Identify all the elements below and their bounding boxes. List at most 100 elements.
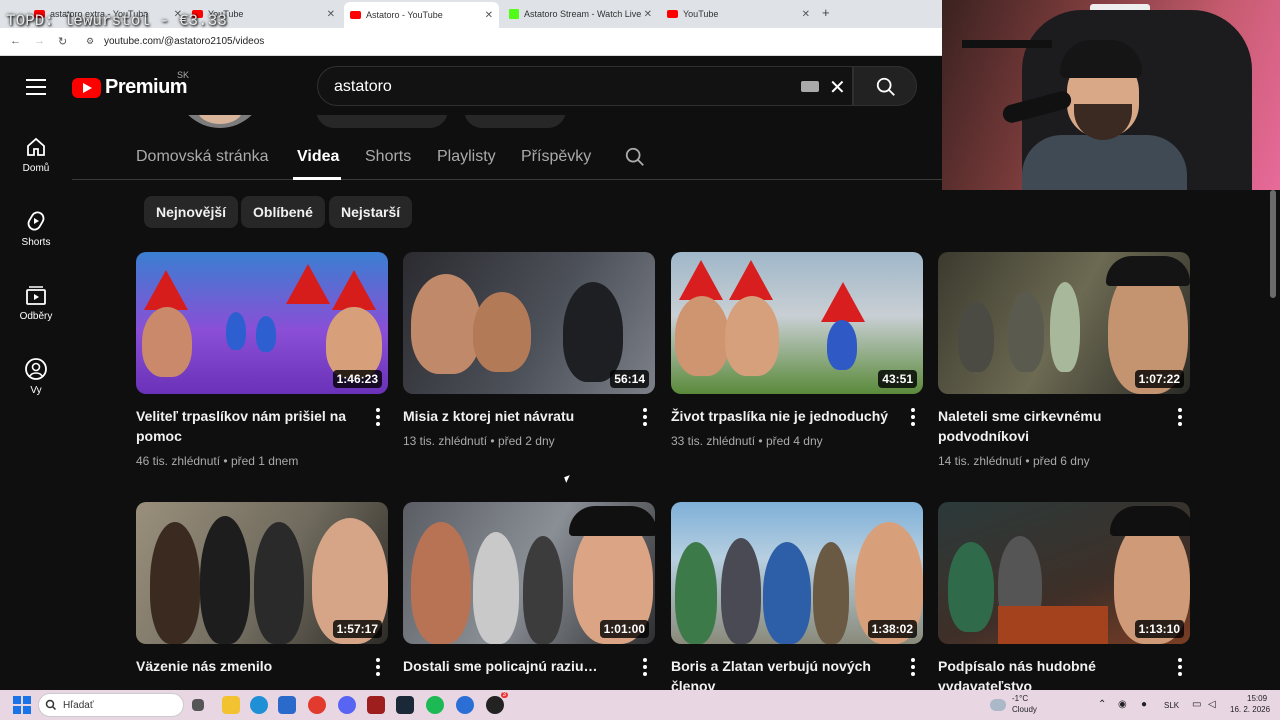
video-thumbnail[interactable]: 1:01:00 bbox=[403, 502, 655, 644]
app-icon[interactable] bbox=[456, 696, 474, 714]
tab-posts[interactable]: Příspěvky bbox=[521, 148, 591, 166]
close-icon[interactable]: ✕ bbox=[643, 8, 652, 20]
spotify-icon[interactable] bbox=[426, 696, 444, 714]
reload-icon[interactable]: ↻ bbox=[58, 35, 67, 48]
keyboard-icon[interactable] bbox=[801, 81, 819, 92]
close-icon[interactable]: ✕ bbox=[327, 9, 335, 20]
gta-character bbox=[473, 532, 519, 644]
gta-character bbox=[150, 522, 200, 644]
chip-oldest[interactable]: Nejstarší bbox=[329, 196, 413, 228]
person-face bbox=[411, 274, 481, 374]
page-scrollbar[interactable] bbox=[1270, 190, 1276, 298]
task-view-icon[interactable] bbox=[192, 699, 204, 711]
channel-search-icon[interactable] bbox=[624, 146, 646, 168]
search-button[interactable] bbox=[853, 66, 917, 106]
gnome-hat bbox=[144, 270, 188, 310]
youtube-premium-logo[interactable]: Premium SK bbox=[72, 70, 189, 99]
video-thumbnail[interactable]: 43:51 bbox=[671, 252, 923, 394]
gta-character bbox=[948, 542, 994, 632]
shorts-icon bbox=[27, 211, 45, 231]
chip-newest[interactable]: Nejnovější bbox=[144, 196, 239, 228]
clear-search-icon[interactable]: ✕ bbox=[829, 75, 846, 100]
volume-icon[interactable]: ◁ bbox=[1208, 699, 1216, 710]
video-thumbnail[interactable]: 1:38:02 bbox=[671, 502, 923, 644]
more-options-icon[interactable] bbox=[1178, 658, 1182, 679]
video-title[interactable]: Misia z ktorej niet návratu bbox=[403, 406, 623, 426]
more-options-icon[interactable] bbox=[911, 408, 915, 429]
forward-icon[interactable]: → bbox=[34, 35, 45, 47]
discord-icon[interactable] bbox=[338, 696, 356, 714]
sidebar-item-home[interactable]: Domů bbox=[0, 135, 72, 174]
obs-icon[interactable]: 3 bbox=[486, 692, 508, 714]
video-title[interactable]: Veliteľ trpaslíkov nám prišiel na pomoc bbox=[136, 406, 356, 446]
store-icon[interactable] bbox=[278, 696, 296, 714]
weather-temp: -1°C bbox=[1012, 694, 1029, 703]
steam-icon[interactable] bbox=[396, 696, 414, 714]
gta-character bbox=[254, 522, 304, 644]
back-icon[interactable]: ← bbox=[10, 35, 21, 47]
close-icon[interactable]: ✕ bbox=[802, 9, 810, 20]
chevron-up-icon[interactable]: ⌃ bbox=[1098, 699, 1106, 710]
taskbar-search[interactable]: Hľadať bbox=[38, 693, 184, 717]
tab-home[interactable]: Domovská stránka bbox=[136, 148, 269, 166]
chrome-icon[interactable] bbox=[308, 696, 326, 714]
close-icon[interactable]: ✕ bbox=[485, 10, 493, 21]
language-indicator[interactable]: SLK bbox=[1164, 701, 1179, 710]
video-title[interactable]: Dostali sme policajnú raziu… bbox=[403, 656, 623, 676]
more-options-icon[interactable] bbox=[643, 658, 647, 679]
tab-playlists[interactable]: Playlisty bbox=[437, 148, 496, 166]
browser-tab-4[interactable]: Astatoro Stream - Watch Live o ✕ bbox=[503, 4, 658, 24]
network-icon[interactable]: ◉ bbox=[1118, 699, 1127, 710]
video-thumbnail[interactable]: 1:46:23 bbox=[136, 252, 388, 394]
streamer-cap bbox=[1060, 40, 1142, 78]
url-field[interactable]: youtube.com/@astatoro2105/videos bbox=[104, 36, 264, 47]
more-options-icon[interactable] bbox=[643, 408, 647, 429]
file-explorer-icon[interactable] bbox=[222, 696, 240, 714]
video-thumbnail[interactable]: 56:14 bbox=[403, 252, 655, 394]
more-options-icon[interactable] bbox=[1178, 408, 1182, 429]
mouse-cursor-icon bbox=[564, 475, 572, 483]
video-thumbnail[interactable]: 1:57:17 bbox=[136, 502, 388, 644]
clock-time[interactable]: 15:09 bbox=[1247, 694, 1267, 703]
gnome-figure bbox=[226, 312, 246, 350]
search-box[interactable]: astatoro ✕ bbox=[317, 66, 853, 106]
site-info-icon[interactable]: ⚙ bbox=[86, 36, 94, 47]
video-thumbnail[interactable]: 1:07:22 bbox=[938, 252, 1190, 394]
sidebar-item-subscriptions[interactable]: Odběry bbox=[0, 283, 72, 322]
home-icon bbox=[27, 137, 45, 156]
video-duration: 1:46:23 bbox=[332, 370, 382, 388]
clock-date[interactable]: 16. 2. 2026 bbox=[1230, 705, 1270, 714]
video-title[interactable]: Život trpaslíka nie je jednoduchý bbox=[671, 406, 891, 426]
windows-start-icon[interactable] bbox=[13, 696, 31, 714]
table bbox=[998, 606, 1108, 644]
browser-tab-5[interactable]: YouTube ✕ bbox=[661, 4, 816, 24]
tab-videos[interactable]: Videa bbox=[297, 148, 339, 166]
video-title[interactable]: Naleteli sme cirkevnému podvodníkovi bbox=[938, 406, 1158, 446]
app-icon[interactable] bbox=[367, 696, 385, 714]
more-options-icon[interactable] bbox=[376, 408, 380, 429]
browser-tab-3[interactable]: Astatoro - YouTube ✕ bbox=[344, 2, 499, 28]
menu-icon[interactable] bbox=[26, 79, 46, 100]
video-views: 13 tis. zhlédnutí bbox=[403, 434, 488, 448]
person-face bbox=[326, 307, 382, 379]
video-title[interactable]: Väzenie nás zmenilo bbox=[136, 656, 356, 676]
video-thumbnail[interactable]: 1:13:10 bbox=[938, 502, 1190, 644]
tab-shorts[interactable]: Shorts bbox=[365, 148, 411, 166]
edge-icon[interactable] bbox=[250, 696, 268, 714]
mic-icon[interactable]: ● bbox=[1141, 699, 1147, 710]
person-cap bbox=[1110, 506, 1190, 536]
search-input[interactable]: astatoro bbox=[334, 78, 392, 96]
gta-character bbox=[958, 302, 994, 372]
more-options-icon[interactable] bbox=[911, 658, 915, 679]
display-icon[interactable]: ▭ bbox=[1192, 699, 1201, 710]
person-cap bbox=[569, 506, 655, 536]
video-age: před 2 dny bbox=[497, 434, 555, 448]
sidebar-item-you[interactable]: Vy bbox=[0, 357, 72, 396]
sidebar-item-shorts[interactable]: Shorts bbox=[0, 209, 72, 248]
address-bar: ← → ↻ ⚙ youtube.com/@astatoro2105/videos bbox=[0, 28, 942, 56]
more-options-icon[interactable] bbox=[376, 658, 380, 679]
new-tab-button[interactable]: + bbox=[822, 5, 830, 20]
gnome-hat bbox=[679, 260, 723, 300]
sidebar-item-label: Shorts bbox=[21, 237, 51, 248]
chip-popular[interactable]: Oblíbené bbox=[241, 196, 325, 228]
